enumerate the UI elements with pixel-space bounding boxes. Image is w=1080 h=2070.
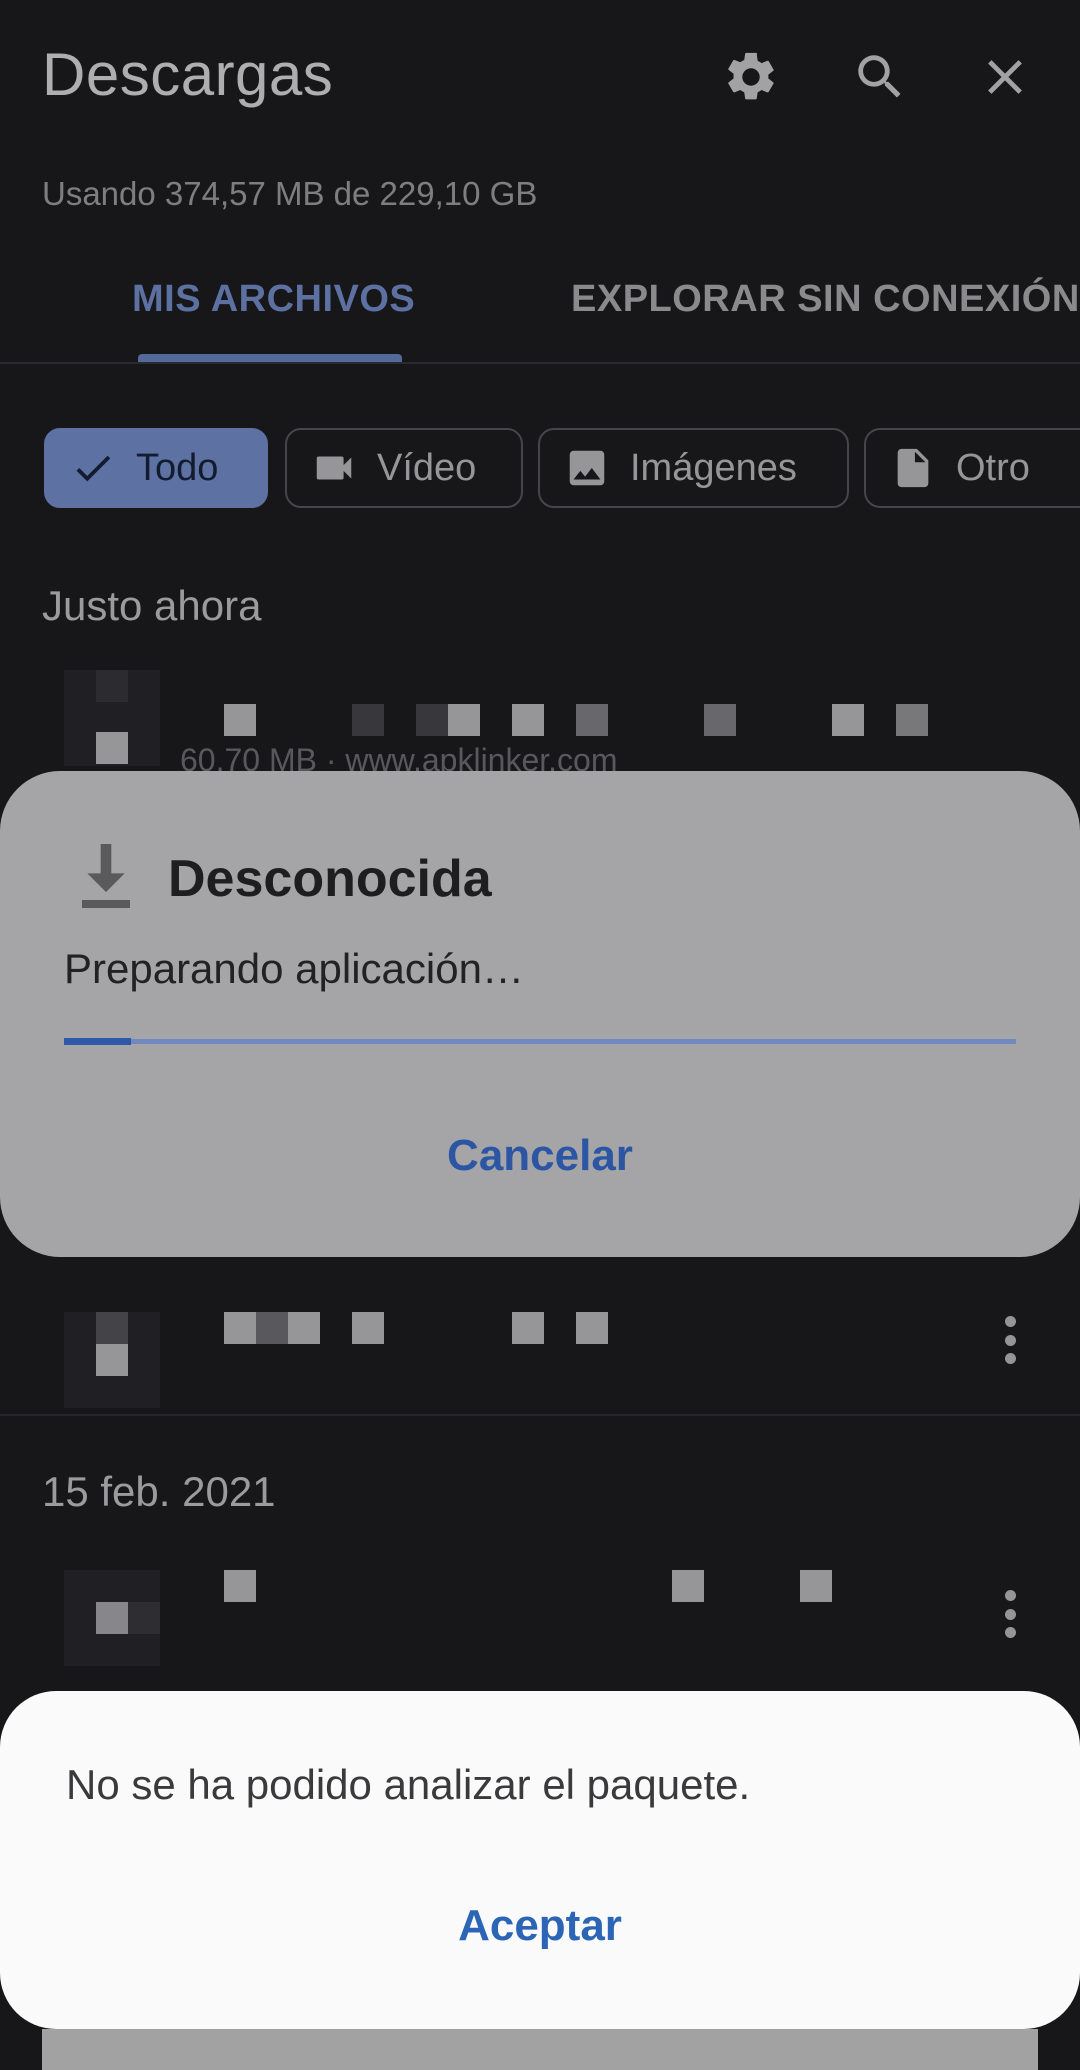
cancel-button[interactable]: Cancelar <box>0 1131 1080 1181</box>
install-dialog: Desconocida Preparando aplicación… Cance… <box>0 771 1080 1257</box>
app-name: Desconocida <box>168 850 492 908</box>
install-status: Preparando aplicación… <box>64 945 524 992</box>
progress-fill <box>64 1038 131 1045</box>
install-progress-bar <box>64 1038 1016 1045</box>
download-icon <box>74 841 138 911</box>
error-dialog: No se ha podido analizar el paquete. Ace… <box>0 1691 1080 2029</box>
accept-button[interactable]: Aceptar <box>0 1901 1080 1951</box>
error-message: No se ha podido analizar el paquete. <box>66 1761 751 1808</box>
